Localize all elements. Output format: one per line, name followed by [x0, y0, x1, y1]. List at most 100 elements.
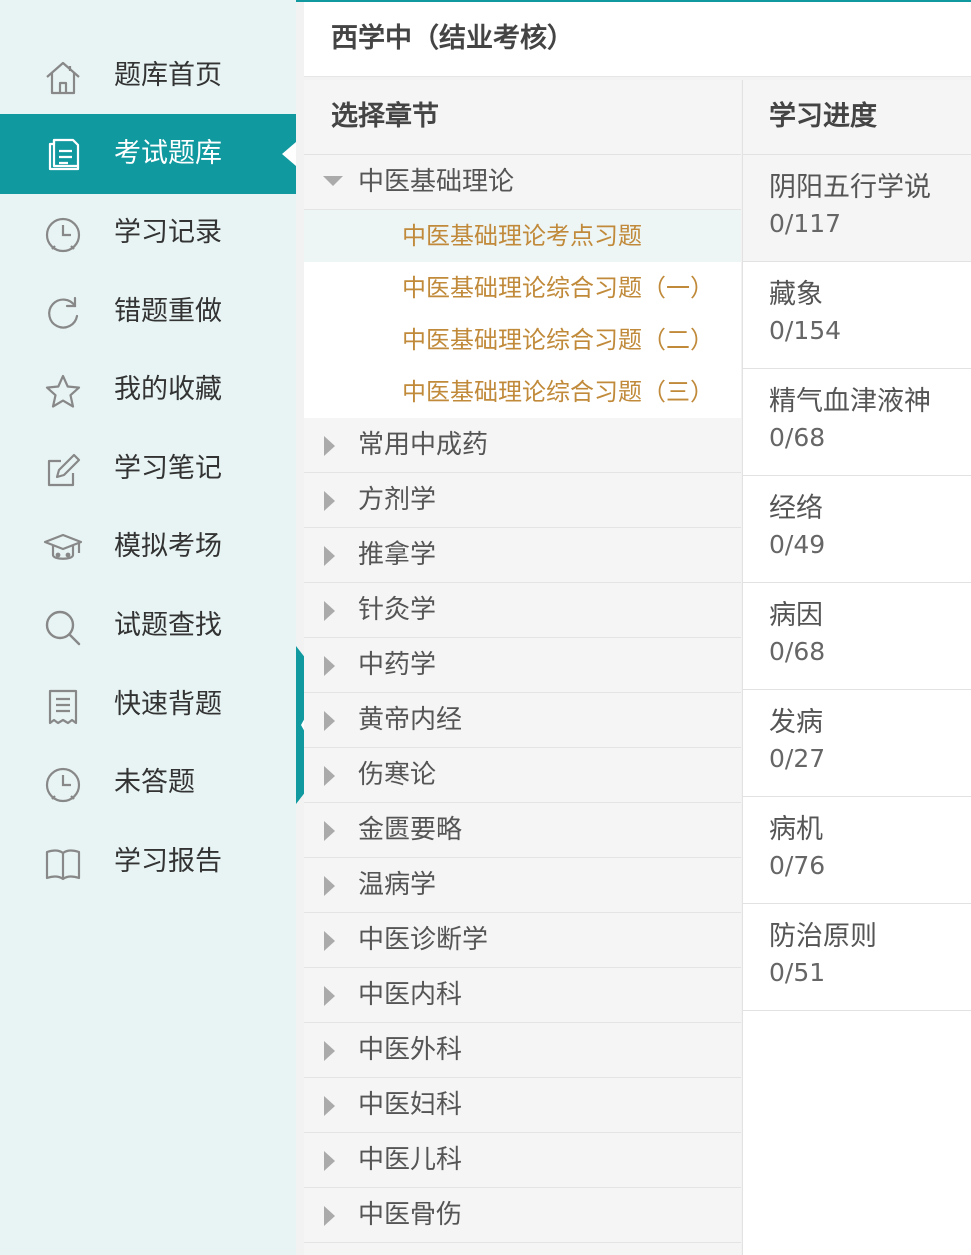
graduation-cap-icon: [42, 528, 84, 570]
progress-count: 0/68: [769, 637, 826, 666]
sidebar-item-question-bank[interactable]: 考试题库: [0, 114, 296, 194]
chapter-row[interactable]: 中医内科: [304, 968, 741, 1023]
page-title: 西学中（结业考核）: [331, 23, 574, 54]
sidebar-item-search-questions[interactable]: 试题查找: [0, 586, 296, 666]
progress-topic: 病因: [769, 600, 823, 631]
sidebar: 题库首页 考试题库 学习记录 错题重做 我的收藏 学习笔记 模拟考场 试题查找 …: [0, 0, 296, 1255]
sidebar-item-label: 题库首页: [114, 60, 222, 91]
caret-right-icon: [322, 913, 342, 967]
sidebar-item-label: 错题重做: [114, 296, 222, 327]
sidebar-item-label: 快速背题: [114, 689, 222, 720]
progress-topic: 发病: [769, 707, 823, 738]
chapter-row[interactable]: 针灸学: [304, 583, 741, 638]
sidebar-item-label: 我的收藏: [114, 374, 222, 405]
progress-topic: 经络: [769, 493, 823, 524]
progress-topic: 防治原则: [769, 921, 877, 952]
progress-count: 0/27: [769, 744, 826, 773]
caret-down-icon: [322, 155, 343, 209]
caret-right-icon: [322, 693, 342, 747]
caret-right-icon: [322, 1023, 342, 1077]
clock-icon: [42, 214, 84, 256]
sidebar-item-label: 未答题: [114, 767, 195, 798]
chapter-row[interactable]: 中药学: [304, 638, 741, 693]
caret-right-icon: [322, 968, 342, 1022]
chapter-row[interactable]: 中医诊断学: [304, 913, 741, 968]
caret-right-icon: [322, 858, 342, 912]
caret-right-icon: [322, 473, 342, 527]
progress-panel: 学习进度 阴阳五行学说 0/117 藏象 0/154 精气血津液神 0/68 经…: [742, 80, 971, 1255]
sidebar-item-home[interactable]: 题库首页: [0, 36, 296, 116]
document-icon: [42, 135, 84, 177]
progress-item[interactable]: 防治原则 0/51: [743, 904, 971, 1011]
caret-right-icon: [322, 583, 342, 637]
receipt-icon: [42, 686, 84, 728]
refresh-icon: [42, 293, 84, 335]
sidebar-item-label: 学习记录: [114, 217, 222, 248]
chapter-row[interactable]: 中医妇科: [304, 1078, 741, 1133]
progress-topic: 藏象: [769, 279, 823, 310]
progress-item[interactable]: 病因 0/68: [743, 583, 971, 690]
chapter-row[interactable]: 中医外科: [304, 1023, 741, 1078]
sidebar-item-mock-exam[interactable]: 模拟考场: [0, 507, 296, 587]
sidebar-item-study-records[interactable]: 学习记录: [0, 193, 296, 273]
sub-chapter-item[interactable]: 中医基础理论综合习题（二）: [304, 314, 741, 366]
sidebar-item-study-report[interactable]: 学习报告: [0, 822, 296, 902]
progress-item[interactable]: 藏象 0/154: [743, 262, 971, 369]
progress-heading: 学习进度: [743, 80, 971, 155]
chapter-list: 选择章节 中医基础理论 中医基础理论考点习题 中医基础理论综合习题（一） 中医基…: [304, 80, 741, 1255]
chapter-row[interactable]: 方剂学: [304, 473, 741, 528]
sub-chapter-item[interactable]: 中医基础理论综合习题（三）: [304, 366, 741, 418]
clock-icon: [42, 764, 84, 806]
progress-item[interactable]: 精气血津液神 0/68: [743, 369, 971, 476]
chapter-row[interactable]: 中医儿科: [304, 1133, 741, 1188]
sub-chapter-item[interactable]: 中医基础理论综合习题（一）: [304, 262, 741, 314]
search-icon: [42, 607, 84, 649]
progress-item[interactable]: 阴阳五行学说 0/117: [743, 155, 971, 262]
home-icon: [42, 57, 84, 99]
sidebar-item-label: 考试题库: [114, 138, 222, 169]
sidebar-item-label: 学习笔记: [114, 453, 222, 484]
chapter-name: 中医基础理论: [358, 167, 515, 197]
caret-right-icon: [322, 748, 342, 802]
sidebar-item-redo-mistakes[interactable]: 错题重做: [0, 272, 296, 352]
chapter-row[interactable]: 推拿学: [304, 528, 741, 583]
progress-count: 0/51: [769, 958, 826, 987]
caret-right-icon: [322, 638, 342, 692]
sidebar-item-notes[interactable]: 学习笔记: [0, 429, 296, 509]
sidebar-item-quick-review[interactable]: 快速背题: [0, 665, 296, 745]
sidebar-item-label: 试题查找: [114, 610, 222, 641]
caret-right-icon: [322, 1078, 342, 1132]
chapter-row[interactable]: 金匮要略: [304, 803, 741, 858]
sidebar-item-unanswered[interactable]: 未答题: [0, 743, 296, 823]
progress-topic: 阴阳五行学说: [769, 172, 931, 203]
sidebar-item-label: 模拟考场: [114, 531, 222, 562]
sidebar-item-favorites[interactable]: 我的收藏: [0, 350, 296, 430]
progress-count: 0/76: [769, 851, 826, 880]
chapter-row-expanded[interactable]: 中医基础理论: [304, 155, 741, 210]
progress-item[interactable]: 病机 0/76: [743, 797, 971, 904]
progress-count: 0/68: [769, 423, 826, 452]
book-icon: [42, 843, 84, 885]
progress-count: 0/117: [769, 209, 842, 238]
progress-topic: 病机: [769, 814, 823, 845]
caret-right-icon: [322, 1133, 342, 1187]
caret-right-icon: [322, 528, 342, 582]
caret-right-icon: [322, 1188, 342, 1242]
chapter-row[interactable]: 常用中成药: [304, 418, 741, 473]
progress-topic: 精气血津液神: [769, 386, 931, 417]
caret-right-icon: [322, 418, 342, 472]
progress-count: 0/154: [769, 316, 842, 345]
page-header: 西学中（结业考核）: [304, 2, 971, 77]
sub-chapter-item[interactable]: 中医基础理论考点习题: [304, 210, 741, 262]
chapter-row[interactable]: 伤寒论: [304, 748, 741, 803]
chapter-row[interactable]: 中医骨伤: [304, 1188, 741, 1243]
chapter-row[interactable]: 黄帝内经: [304, 693, 741, 748]
chapter-list-heading: 选择章节: [304, 80, 741, 155]
chapter-row[interactable]: 温病学: [304, 858, 741, 913]
progress-item[interactable]: 发病 0/27: [743, 690, 971, 797]
progress-item[interactable]: 经络 0/49: [743, 476, 971, 583]
caret-right-icon: [322, 803, 342, 857]
star-icon: [42, 371, 84, 413]
edit-icon: [42, 450, 84, 492]
sidebar-item-label: 学习报告: [114, 846, 222, 877]
